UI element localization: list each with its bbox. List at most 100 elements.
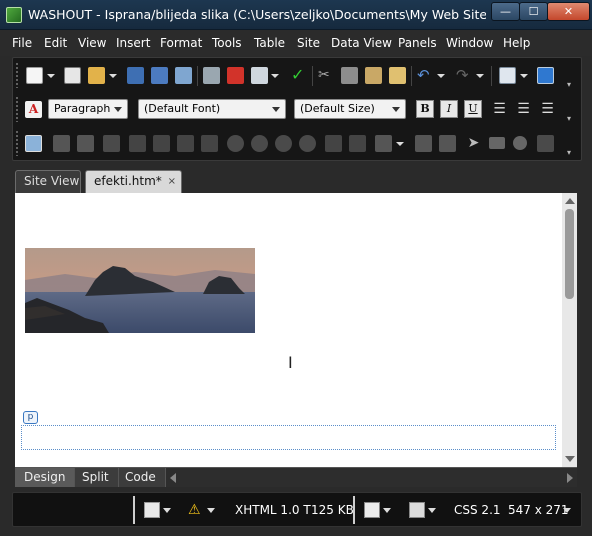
contrast-icon[interactable] xyxy=(227,135,244,152)
split-view-button[interactable]: Split xyxy=(73,468,119,487)
menu-site[interactable]: Site xyxy=(297,36,320,50)
select-icon[interactable]: ➤ xyxy=(465,135,482,152)
page-properties-dropdown-arrow[interactable] xyxy=(428,508,436,513)
toolbar-overflow-icon[interactable]: ▾ xyxy=(567,149,575,160)
set-transparent-color-icon[interactable] xyxy=(349,135,366,152)
bring-forward-icon[interactable] xyxy=(53,135,70,152)
format-painter-icon[interactable] xyxy=(389,67,406,84)
tab-site-view[interactable]: Site View xyxy=(15,170,81,193)
paste-icon[interactable] xyxy=(365,67,382,84)
vertical-scrollbar[interactable] xyxy=(562,193,577,467)
page-dimensions-indicator[interactable]: 547 x 271 xyxy=(508,503,569,517)
page-image[interactable] xyxy=(25,248,255,333)
color-dropdown-arrow[interactable] xyxy=(396,142,404,146)
paragraph-tag-label[interactable]: p xyxy=(23,411,38,424)
css-version-indicator[interactable]: CSS 2.1 xyxy=(454,503,501,517)
page-properties-icon[interactable] xyxy=(409,502,425,518)
save-all-icon[interactable] xyxy=(151,67,168,84)
size-combo[interactable]: (Default Size) xyxy=(294,99,406,119)
menu-table[interactable]: Table xyxy=(254,36,285,50)
style-icon[interactable]: A xyxy=(25,101,42,118)
bevel-icon[interactable] xyxy=(415,135,432,152)
publish-icon[interactable] xyxy=(203,67,220,84)
scrollbar-thumb[interactable] xyxy=(565,209,574,299)
less-brightness-icon[interactable] xyxy=(299,135,316,152)
close-button[interactable]: ✕ xyxy=(547,2,590,21)
warning-dropdown-arrow[interactable] xyxy=(207,508,215,513)
folder-dropdown-arrow[interactable] xyxy=(109,74,117,78)
scroll-up-arrow-icon[interactable] xyxy=(565,198,575,204)
toolbar-overflow-icon[interactable]: ▾ xyxy=(567,81,575,92)
circle-hotspot-icon[interactable] xyxy=(513,136,527,150)
toolbar-grip[interactable] xyxy=(15,130,19,156)
bold-button[interactable]: B xyxy=(416,100,434,118)
open-icon[interactable] xyxy=(64,67,81,84)
italic-button[interactable]: I xyxy=(440,100,458,118)
color-icon[interactable] xyxy=(375,135,392,152)
menu-window[interactable]: Window xyxy=(446,36,493,50)
scroll-left-arrow-icon[interactable] xyxy=(170,473,176,483)
brightness-icon[interactable] xyxy=(275,135,292,152)
rotate-left-icon[interactable] xyxy=(129,135,146,152)
spelling-icon[interactable] xyxy=(227,67,244,84)
check-spelling-icon[interactable]: ✓ xyxy=(291,67,308,84)
resample-icon[interactable] xyxy=(439,135,456,152)
font-combo[interactable]: (Default Font) xyxy=(138,99,286,119)
undo-dropdown-arrow[interactable] xyxy=(437,74,445,78)
table-dropdown-arrow[interactable] xyxy=(520,74,528,78)
toolbar-overflow-icon[interactable]: ▾ xyxy=(567,115,575,126)
menu-insert[interactable]: Insert xyxy=(116,36,150,50)
crop-icon[interactable] xyxy=(325,135,342,152)
flip-vertical-icon[interactable] xyxy=(201,135,218,152)
design-canvas[interactable]: I p xyxy=(15,193,577,467)
maximize-button[interactable]: ☐ xyxy=(519,2,548,21)
find-icon[interactable] xyxy=(175,67,192,84)
undo-icon[interactable]: ↶ xyxy=(417,67,434,84)
rotate-right-icon[interactable] xyxy=(153,135,170,152)
less-contrast-icon[interactable] xyxy=(251,135,268,152)
polygon-hotspot-icon[interactable] xyxy=(537,135,554,152)
dimensions-dropdown-arrow[interactable] xyxy=(563,508,571,513)
toolbar-grip[interactable] xyxy=(15,96,19,122)
menu-help[interactable]: Help xyxy=(503,36,530,50)
table-icon[interactable] xyxy=(499,67,516,84)
new-dropdown-arrow[interactable] xyxy=(47,74,55,78)
flip-horizontal-icon[interactable] xyxy=(177,135,194,152)
align-right-icon[interactable]: ☰ xyxy=(539,101,556,118)
minimize-button[interactable]: — xyxy=(491,2,520,21)
warning-icon[interactable]: ⚠ xyxy=(188,502,204,518)
visual-aids-icon[interactable] xyxy=(144,502,160,518)
redo-dropdown-arrow[interactable] xyxy=(476,74,484,78)
insert-picture-icon[interactable] xyxy=(25,135,42,152)
preview-dropdown-arrow[interactable] xyxy=(271,74,279,78)
new-page-icon[interactable] xyxy=(26,67,43,84)
design-view-button[interactable]: Design xyxy=(15,468,76,487)
menu-file[interactable]: File xyxy=(12,36,32,50)
cut-icon[interactable]: ✂ xyxy=(318,67,335,84)
page-size-indicator[interactable]: 125 KB xyxy=(311,503,354,517)
menu-data-view[interactable]: Data View xyxy=(331,36,392,50)
send-backward-icon[interactable] xyxy=(77,135,94,152)
block-selection-icon[interactable] xyxy=(364,502,380,518)
paragraph-block[interactable] xyxy=(21,425,556,450)
menu-view[interactable]: View xyxy=(78,36,106,50)
preview-icon[interactable] xyxy=(251,67,268,84)
position-absolute-icon[interactable] xyxy=(103,135,120,152)
close-tab-icon[interactable]: × xyxy=(168,171,176,192)
underline-button[interactable]: U xyxy=(464,100,482,118)
menu-edit[interactable]: Edit xyxy=(44,36,67,50)
folder-icon[interactable] xyxy=(88,67,105,84)
align-left-icon[interactable]: ☰ xyxy=(491,101,508,118)
toolbar-grip[interactable] xyxy=(15,62,19,88)
menu-format[interactable]: Format xyxy=(160,36,202,50)
scroll-down-arrow-icon[interactable] xyxy=(565,456,575,462)
code-view-button[interactable]: Code xyxy=(116,468,166,487)
rectangle-hotspot-icon[interactable] xyxy=(489,137,505,149)
visual-aids-dropdown-arrow[interactable] xyxy=(163,508,171,513)
menu-panels[interactable]: Panels xyxy=(398,36,437,50)
style-combo[interactable]: Paragraph xyxy=(48,99,128,119)
layers-icon[interactable] xyxy=(537,67,554,84)
save-icon[interactable] xyxy=(127,67,144,84)
block-selection-dropdown-arrow[interactable] xyxy=(383,508,391,513)
doctype-indicator[interactable]: XHTML 1.0 T xyxy=(235,503,311,517)
